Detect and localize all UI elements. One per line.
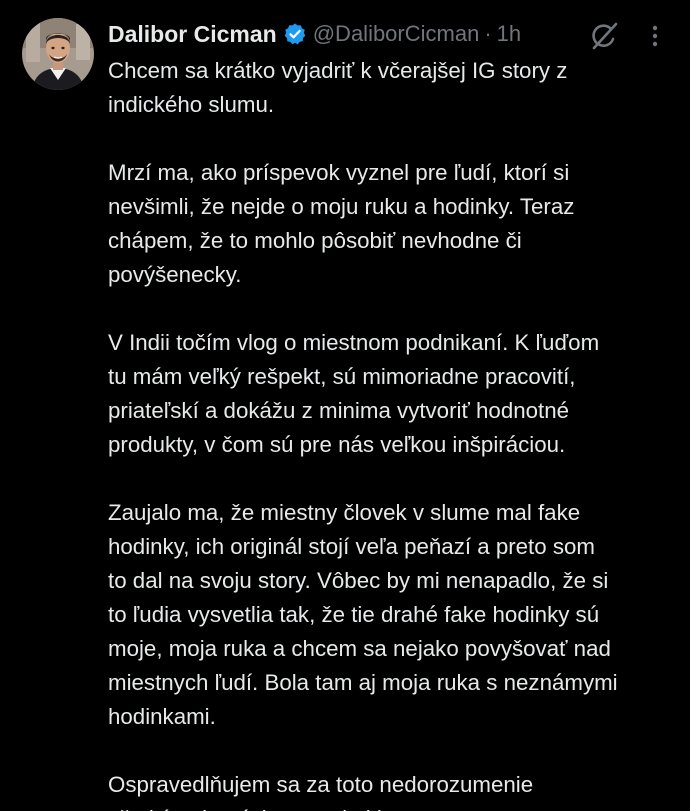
tweet: Dalibor Cicman @DaliborCicman · 1h Chcem… xyxy=(0,0,690,811)
meta-separator: · xyxy=(484,21,492,46)
tweet-paragraph: Chcem sa krátko vyjadriť k včerajšej IG … xyxy=(108,58,568,117)
grok-icon[interactable] xyxy=(588,20,620,52)
tweet-text: Chcem sa krátko vyjadriť k včerajšej IG … xyxy=(108,54,678,811)
tweet-paragraph: Zaujalo ma, že miestny človek v slume ma… xyxy=(108,500,618,729)
tweet-header: Dalibor Cicman @DaliborCicman · 1h xyxy=(108,17,521,51)
avatar[interactable] xyxy=(22,18,94,90)
tweet-paragraph: V Indii točím vlog o miestnom podnikaní.… xyxy=(108,330,600,457)
verified-badge-icon[interactable] xyxy=(283,22,307,46)
tweet-timestamp[interactable]: 1h xyxy=(497,21,521,47)
author-handle[interactable]: @DaliborCicman xyxy=(313,21,480,47)
more-options-icon[interactable] xyxy=(644,22,666,50)
tweet-paragraph: Ospravedlňujem sa za toto nedorozumenie … xyxy=(108,772,534,811)
tweet-paragraph: Mrzí ma, ako príspevok vyznel pre ľudí, … xyxy=(108,160,575,287)
avatar-photo xyxy=(22,18,94,90)
author-display-name[interactable]: Dalibor Cicman xyxy=(108,21,277,48)
